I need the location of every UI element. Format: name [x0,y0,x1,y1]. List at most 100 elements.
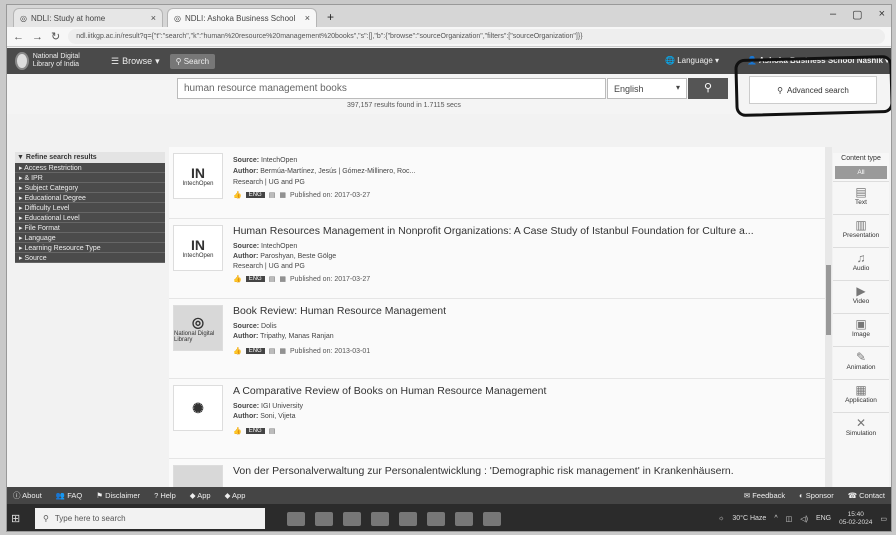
content-type-application[interactable]: ▦ Application [833,379,889,412]
result-title[interactable]: Human Resources Management in Nonprofit … [233,225,754,237]
close-window-icon[interactable]: × [879,8,885,21]
results-list: IN IntechOpen Source: IntechOpen Author: … [169,147,825,487]
content-type-animation[interactable]: ✎ Animation [833,346,889,379]
content-type-video[interactable]: ▶ Video [833,280,889,313]
calendar-icon: ▦ [279,192,286,199]
notifications-icon[interactable]: ▭ [880,515,887,523]
result-item: Von der Personalverwaltung zur Personale… [169,459,825,487]
refine-item[interactable]: ▸ Language [15,233,165,243]
result-item: ✺ A Comparative Review of Books on Human… [169,379,825,459]
refine-item[interactable]: ▸ Educational Level [15,213,165,223]
new-tab-button[interactable]: + [321,10,340,24]
refine-item[interactable]: ▸ Access Restriction [15,163,165,173]
simulation-icon: ✕ [855,416,867,430]
close-tab-icon[interactable]: × [305,13,310,23]
result-title[interactable]: A Comparative Review of Books on Human R… [233,385,546,397]
result-meta: 👍 ENG ▤ ▦ Published on: 2017-03-27 [233,275,371,284]
refine-title: ▼ Refine search results [15,152,165,163]
ndl-logo-icon: ◎ [191,313,205,330]
sponsor-icon: ◐ [799,491,804,500]
minimize-icon[interactable]: – [830,8,836,21]
lang-tag: ENG [245,348,265,354]
result-thumbnail[interactable] [173,465,223,487]
taskbar-clock[interactable]: 15:40 05-02-2024 [839,511,872,527]
task-view-icon[interactable] [287,511,305,526]
mail-icon[interactable] [427,511,445,526]
file-explorer-icon[interactable] [371,511,389,526]
tab-label: NDLI: Ashoka Business School [184,13,296,23]
language-menu[interactable]: 🌐 Language ▾ [665,56,719,65]
taskbar-app-icon[interactable] [343,511,361,526]
footer-contact[interactable]: ☎ Contact [848,491,885,500]
browse-menu[interactable]: ☰ Browse ▾ [111,56,160,67]
forward-icon[interactable]: → [32,31,43,43]
taskbar-search-input[interactable]: ⚲ Type here to search [35,508,265,529]
search-button[interactable]: ⚲ [688,78,728,99]
excel-icon[interactable] [483,511,501,526]
taskbar-app-icon[interactable] [315,511,333,526]
result-thumbnail[interactable]: ◎ National Digital Library [173,305,223,351]
content-type-image[interactable]: ▣ Image [833,313,889,346]
browser-tab-1[interactable]: ◎ NDLI: Study at home × [13,8,163,27]
result-author: Author: Soni, Vijeta [233,413,296,420]
result-source: Source: IGI University [233,403,304,410]
content-type-all[interactable]: All [835,166,887,179]
header-search-button[interactable]: ⚲ Search [169,53,216,69]
thumbs-up-icon[interactable]: 👍 [233,191,242,199]
content-type-panel: Content type All ▤ Text ▥ Presentation ♫ Au… [833,153,889,487]
result-title[interactable]: Book Review: Human Resource Management [233,305,446,317]
content-type-simulation[interactable]: ✕ Simulation [833,412,889,445]
windows-start-icon[interactable]: ⊞ [11,512,29,525]
back-icon[interactable]: ← [13,31,24,43]
result-thumbnail[interactable]: ✺ [173,385,223,431]
refine-item[interactable]: ▸ Learning Resource Type [15,243,165,253]
refine-item[interactable]: ▸ Educational Degree [15,193,165,203]
result-title[interactable]: Von der Personalverwaltung zur Personale… [233,465,734,477]
browser-tab-2[interactable]: ◎ NDLI: Ashoka Business School × [167,8,317,27]
footer-help[interactable]: ? Help [154,491,176,500]
scrollbar-thumb[interactable] [826,265,831,335]
footer-app-ios[interactable]: ◆ App [225,491,246,500]
taskbar-app-icon[interactable] [455,511,473,526]
weather[interactable]: 30°C Haze [732,515,766,522]
result-thumbnail[interactable]: IN IntechOpen [173,153,223,199]
results-scrollbar[interactable] [825,147,832,487]
reload-icon[interactable]: ↻ [51,30,60,43]
refine-item[interactable]: ▸ Difficulty Level [15,203,165,213]
refine-item[interactable]: ▸ Subject Category [15,183,165,193]
browse-label: Browse [122,56,153,66]
input-language[interactable]: ENG [816,515,831,522]
thumbs-up-icon[interactable]: 👍 [233,275,242,283]
url-field[interactable]: ndl.iitkgp.ac.in/result?q={"t":"search",… [68,29,885,44]
content-type-text[interactable]: ▤ Text [833,181,889,214]
content-type-audio[interactable]: ♫ Audio [833,247,889,280]
refine-item[interactable]: ▸ File Format [15,223,165,233]
footer-app-android[interactable]: ◆ App [190,491,211,500]
window-controls: – ▢ × [830,8,885,21]
result-thumbnail[interactable]: IN IntechOpen [173,225,223,271]
network-icon[interactable]: ◫ [786,515,793,523]
footer-about[interactable]: ⓘ About [13,490,42,501]
disclaimer-icon: ⚑ [96,491,103,500]
footer-feedback[interactable]: ✉ Feedback [744,491,785,500]
tray-chevron-icon[interactable]: ^ [774,515,777,522]
thumbs-up-icon[interactable]: 👍 [233,347,242,355]
result-author: Author: Tripathy, Manas Ranjan [233,333,334,340]
faq-icon: 👥 [55,491,66,500]
restore-icon[interactable]: ▢ [852,8,862,21]
thumbs-up-icon[interactable]: 👍 [233,427,242,435]
content-type-presentation[interactable]: ▥ Presentation [833,214,889,247]
footer-disclaimer[interactable]: ⚑ Disclaimer [96,491,140,500]
close-tab-icon[interactable]: × [151,13,156,23]
volume-icon[interactable]: ◁) [800,515,808,523]
search-input[interactable]: human resource management books [177,78,606,99]
footer-sponsor[interactable]: ◐ Sponsor [799,491,834,500]
search-language-select[interactable]: English ▾ [607,78,687,99]
footer-faq[interactable]: 👥 FAQ [56,491,82,500]
apple-icon: ◆ [224,491,231,500]
result-item: ◎ National Digital Library Book Review: H… [169,299,825,379]
chrome-icon[interactable] [399,511,417,526]
site-logo[interactable]: National Digital Library of India [15,52,99,70]
refine-item[interactable]: ▸ Source [15,253,165,263]
refine-item[interactable]: ▸ & IPR [15,173,165,183]
